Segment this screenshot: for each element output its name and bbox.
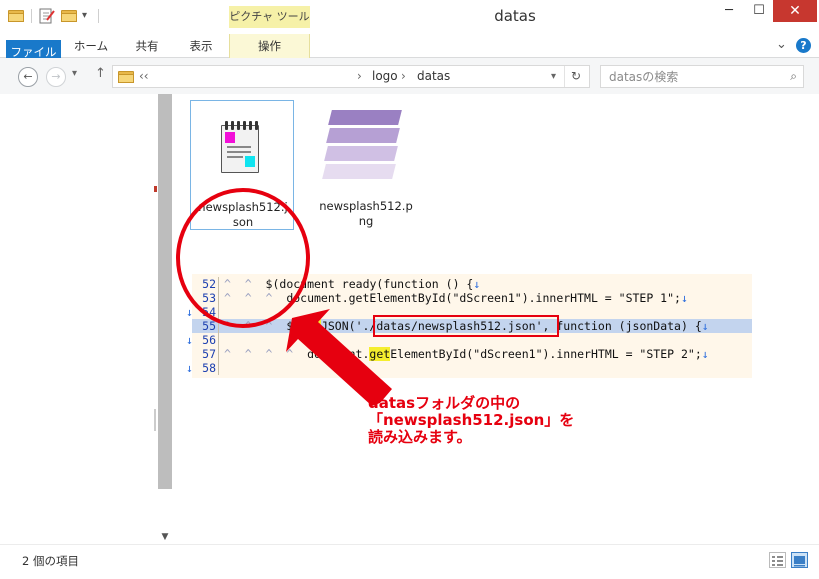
breadcrumb-datas[interactable]: datas	[417, 69, 450, 83]
back-button[interactable]: ←	[18, 67, 38, 87]
chevron-down-icon[interactable]: ⌄	[776, 37, 787, 52]
up-button[interactable]: ↑	[95, 66, 106, 81]
navigation-bar: ← → ▾ ↑ ‹‹ › logo › datas ▾ ↻ ⌕	[0, 58, 819, 94]
picture-tools-tab-group: ピクチャ ツール	[229, 6, 310, 28]
large-icons-view-icon[interactable]	[791, 552, 808, 568]
search-icon[interactable]: ⌕	[790, 69, 797, 84]
file-pane: ▼ newsplash512.j son newsplash512.p ng 5…	[0, 94, 819, 544]
folder-icon[interactable]	[8, 8, 26, 24]
address-bar[interactable]: ‹‹ › logo › datas ▾ ↻	[112, 65, 590, 88]
annotation-text: datasフォルダの中の 「newsplash512.json」を 読み込みます…	[368, 394, 575, 446]
close-button[interactable]: ✕	[773, 0, 817, 22]
address-overflow[interactable]: ‹‹	[139, 69, 149, 83]
breadcrumb-separator[interactable]: ›	[401, 69, 406, 83]
tab-manage[interactable]: 操作	[229, 34, 310, 58]
ribbon-tabs: ファイル ホーム 共有 表示 操作 ⌄ ?	[0, 34, 819, 170]
tab-share[interactable]: 共有	[122, 34, 172, 58]
maximize-button[interactable]: ☐	[745, 0, 773, 22]
divider	[564, 66, 565, 87]
folder-icon	[118, 69, 134, 83]
tab-home[interactable]: ホーム	[64, 34, 118, 58]
forward-button[interactable]: →	[46, 67, 66, 87]
divider	[98, 9, 99, 23]
properties-icon[interactable]	[38, 8, 56, 24]
details-view-icon[interactable]	[769, 552, 786, 568]
status-bar: 2 個の項目	[0, 544, 819, 579]
divider	[31, 9, 32, 23]
tab-view[interactable]: 表示	[176, 34, 226, 58]
refresh-button[interactable]: ↻	[571, 69, 581, 83]
search-box[interactable]: ⌕	[600, 65, 804, 88]
minimize-button[interactable]: ─	[715, 0, 743, 22]
search-input[interactable]	[601, 66, 781, 87]
new-folder-icon[interactable]	[61, 8, 79, 24]
help-icon[interactable]: ?	[796, 38, 811, 53]
window-title: datas	[494, 7, 536, 25]
address-dropdown[interactable]: ▾	[551, 71, 556, 82]
recent-locations-button[interactable]: ▾	[72, 68, 77, 79]
title-bar: ▾ ピクチャ ツール datas ─ ☐ ✕	[0, 0, 819, 34]
annotation-arrow	[286, 309, 392, 406]
breadcrumb-logo[interactable]: logo	[372, 69, 398, 83]
item-count: 2 個の項目	[22, 554, 79, 568]
breadcrumb-separator[interactable]: ›	[357, 69, 362, 83]
